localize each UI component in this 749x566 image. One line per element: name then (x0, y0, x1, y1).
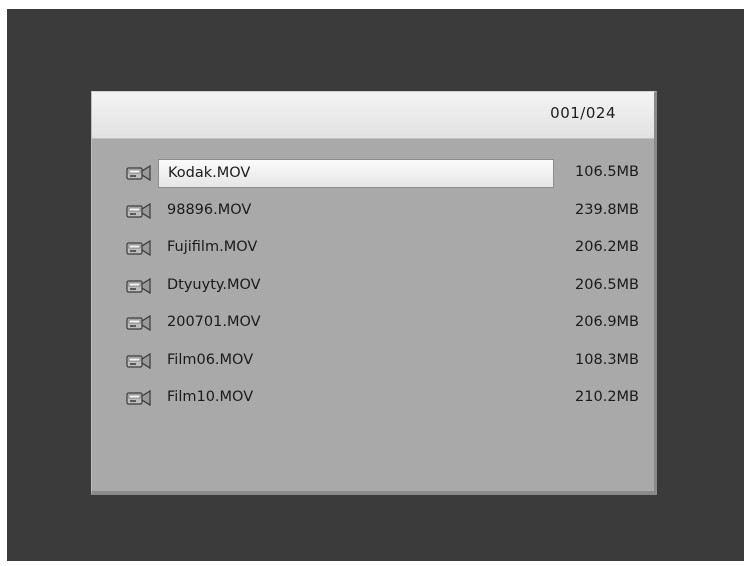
file-name: Dtyuyty.MOV (167, 276, 261, 293)
file-name-box: Dtyuyty.MOV (158, 272, 554, 301)
file-name-box: Fujifilm.MOV (158, 234, 554, 263)
file-row[interactable]: Film10.MOV 210.2MB (92, 384, 654, 422)
video-file-icon (126, 314, 151, 332)
video-file-icon (126, 164, 151, 182)
video-file-icon (126, 239, 151, 257)
video-file-icon (126, 202, 151, 219)
video-file-icon (126, 277, 151, 294)
file-size: 108.3MB (575, 351, 639, 368)
file-name-box: 98896.MOV (158, 197, 554, 226)
page-counter: 001/024 (550, 104, 616, 122)
video-file-icon (126, 389, 151, 407)
panel-header: 001/024 (92, 92, 654, 139)
file-name-box: Kodak.MOV (158, 159, 554, 188)
file-name-box: Film10.MOV (158, 384, 554, 413)
file-name: 98896.MOV (167, 201, 252, 218)
file-row[interactable]: 98896.MOV 239.8MB (92, 197, 654, 235)
file-name: Fujifilm.MOV (167, 239, 258, 255)
file-name-box: 200701.MOV (158, 309, 554, 338)
file-row[interactable]: Fujifilm.MOV 206.2MB (92, 234, 654, 272)
file-row[interactable]: 200701.MOV 206.9MB (92, 309, 654, 347)
file-size: 106.5MB (575, 164, 639, 180)
file-row[interactable]: Dtyuyty.MOV 206.5MB (92, 272, 654, 310)
file-size: 206.9MB (575, 314, 639, 330)
file-size: 206.2MB (575, 239, 639, 255)
file-name: Film10.MOV (167, 389, 254, 405)
file-size: 210.2MB (575, 389, 639, 405)
file-name-box: Film06.MOV (158, 347, 554, 376)
file-name: Film06.MOV (167, 351, 254, 368)
file-size: 206.5MB (575, 276, 639, 293)
file-list: Kodak.MOV 106.5MB 98896.MOV 239.8MB Fuji… (92, 159, 654, 422)
video-file-icon (126, 352, 151, 369)
file-name: Kodak.MOV (168, 165, 251, 181)
file-row[interactable]: Kodak.MOV 106.5MB (92, 159, 654, 197)
file-row[interactable]: Film06.MOV 108.3MB (92, 347, 654, 385)
file-size: 239.8MB (575, 201, 639, 218)
file-browser-panel: 001/024 Kodak.MOV 106.5MB 98896.MOV 239.… (91, 91, 657, 495)
screen: 001/024 Kodak.MOV 106.5MB 98896.MOV 239.… (7, 9, 744, 561)
file-name: 200701.MOV (167, 314, 261, 330)
